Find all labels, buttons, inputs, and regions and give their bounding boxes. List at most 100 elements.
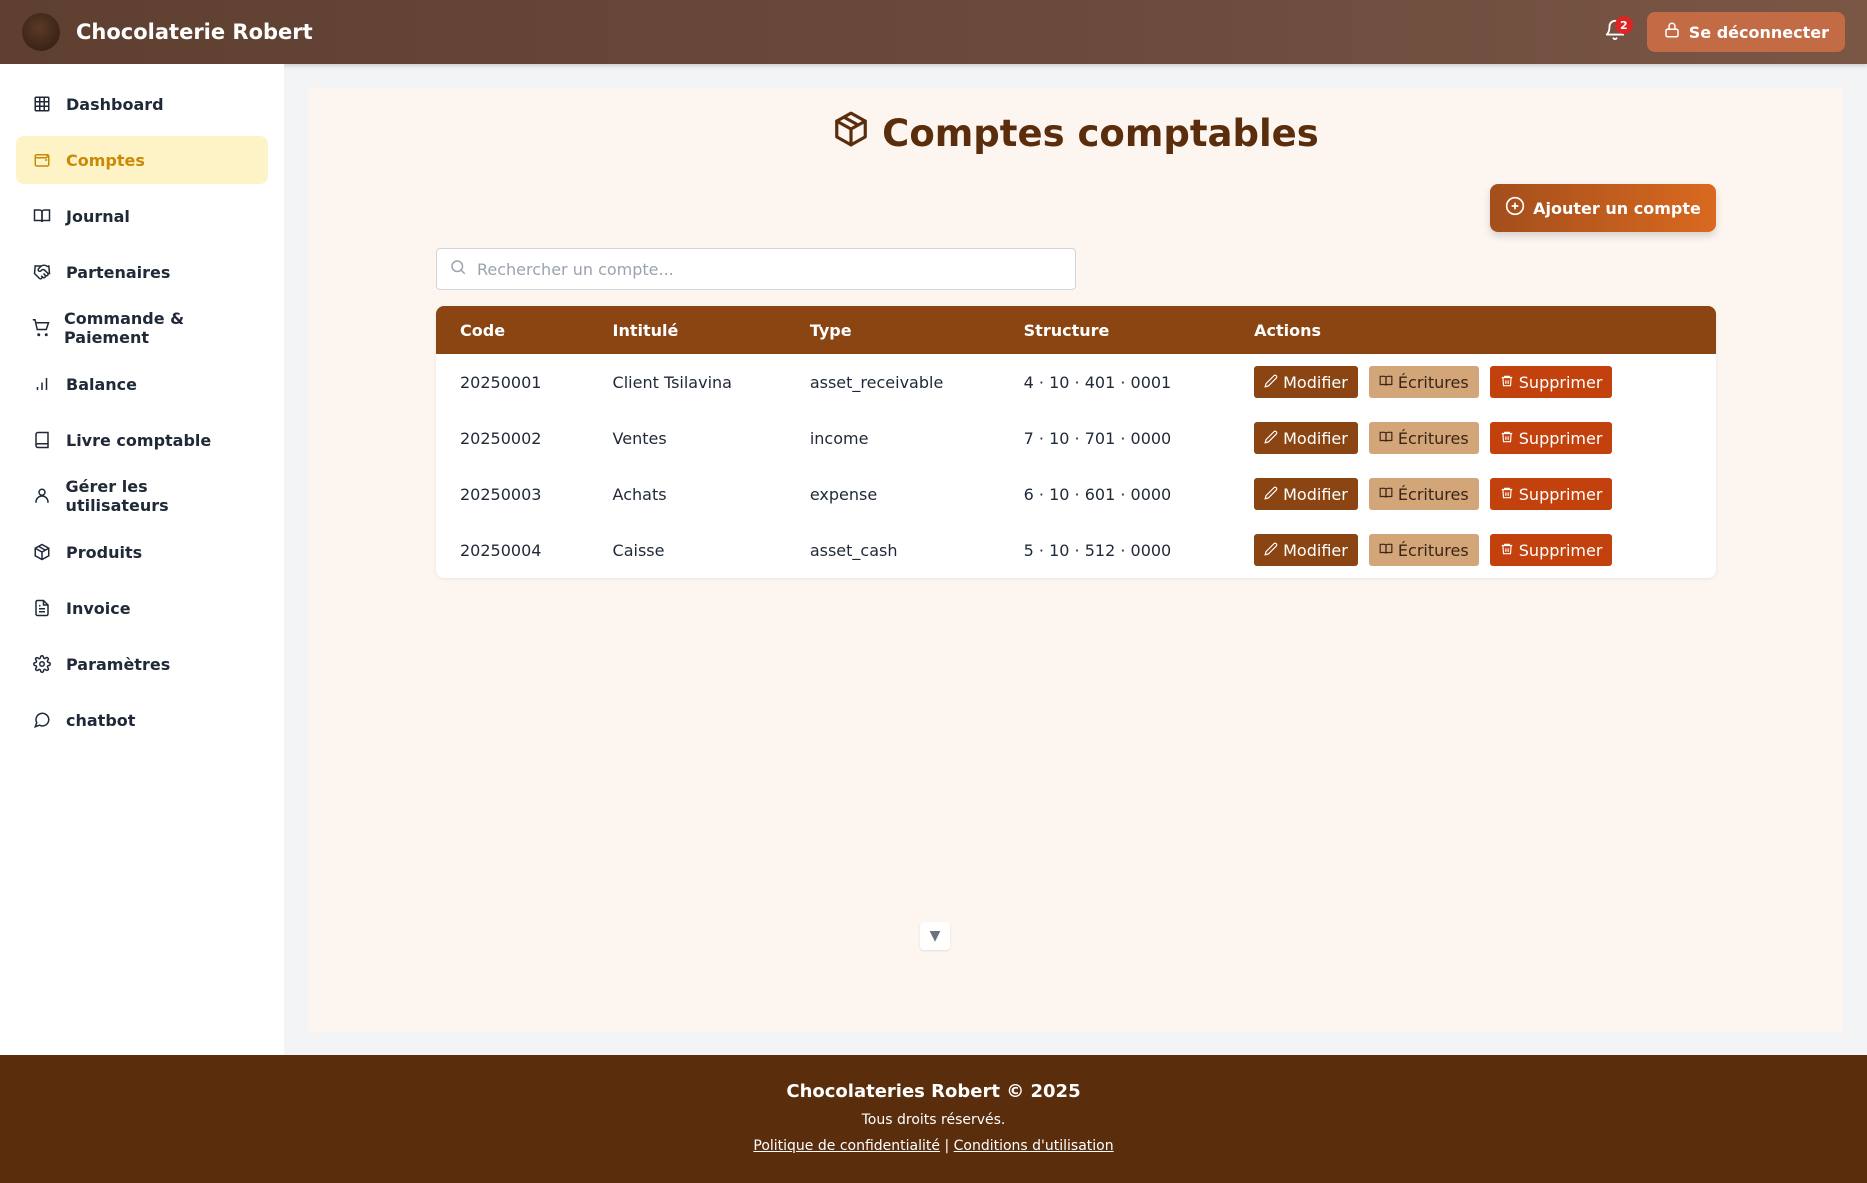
book-open-icon: [1379, 485, 1393, 504]
package-icon: [832, 110, 870, 157]
sidebar-item-partenaires[interactable]: Partenaires: [16, 248, 268, 296]
sidebar-item-label: Produits: [66, 542, 143, 562]
add-account-label: Ajouter un compte: [1533, 198, 1701, 218]
scroll-down-button[interactable]: ▼: [920, 922, 950, 950]
delete-label: Supprimer: [1518, 540, 1603, 560]
sidebar-item-label: Dashboard: [66, 94, 164, 114]
sidebar-item-chatbot[interactable]: chatbot: [16, 696, 268, 744]
bar-chart-icon: [32, 374, 52, 394]
search-box: [436, 248, 1076, 290]
entries-button[interactable]: Écritures: [1368, 422, 1479, 454]
privacy-link[interactable]: Politique de confidentialité: [753, 1138, 940, 1154]
logout-button[interactable]: Se déconnecter: [1646, 12, 1845, 52]
main-content: Comptes comptables Ajouter un compte Cod…: [308, 88, 1843, 1032]
terms-link[interactable]: Conditions d'utilisation: [954, 1138, 1114, 1154]
page-title-text: Comptes comptables: [882, 112, 1319, 155]
accounts-table: Code Intitulé Type Structure Actions 202…: [436, 306, 1716, 578]
cell-actions: Modifier Écritures Supprimer: [1230, 410, 1716, 466]
sidebar-item-dashboard[interactable]: Dashboard: [16, 80, 268, 128]
edit-button[interactable]: Modifier: [1254, 422, 1358, 454]
entries-label: Écritures: [1397, 372, 1469, 392]
sidebar-item-comptes[interactable]: Comptes: [16, 136, 268, 184]
package-icon: [32, 542, 52, 562]
delete-button[interactable]: Supprimer: [1489, 422, 1613, 454]
sidebar-item-label: Balance: [66, 374, 137, 394]
cell-label: Ventes: [612, 428, 667, 448]
cell-label: Achats: [612, 484, 667, 504]
file-text-icon: [32, 598, 52, 618]
sidebar-item-label: chatbot: [66, 710, 136, 730]
column-header-structure: Structure: [1023, 320, 1110, 340]
footer-separator: |: [944, 1138, 950, 1154]
sidebar-item-livre-comptable[interactable]: Livre comptable: [16, 416, 268, 464]
sidebar-item-label: Journal: [66, 206, 130, 226]
entries-label: Écritures: [1397, 484, 1469, 504]
sidebar: Dashboard Comptes Journal Partenaires Co…: [0, 64, 284, 1055]
footer-links: Politique de confidentialité | Condition…: [0, 1138, 1867, 1154]
entries-button[interactable]: Écritures: [1368, 534, 1479, 566]
sidebar-item-produits[interactable]: Produits: [16, 528, 268, 576]
handshake-icon: [32, 262, 52, 282]
cell-structure: 7 · 10 · 701 · 0000: [1023, 428, 1172, 448]
cell-type: income: [809, 428, 869, 448]
table-row: 20250004 Caisse asset_cash 5 · 10 · 512 …: [436, 522, 1716, 578]
sidebar-item-journal[interactable]: Journal: [16, 192, 268, 240]
delete-label: Supprimer: [1518, 428, 1603, 448]
book-icon: [32, 430, 52, 450]
cell-structure: 5 · 10 · 512 · 0000: [1023, 540, 1172, 560]
sidebar-item-commande-paiement[interactable]: Commande & Paiement: [16, 304, 268, 352]
sidebar-item-label: Invoice: [66, 598, 131, 618]
user-icon: [32, 486, 52, 506]
search-icon: [449, 258, 467, 280]
cell-structure: 4 · 10 · 401 · 0001: [1023, 372, 1172, 392]
cell-type: asset_receivable: [809, 372, 944, 392]
page-title: Comptes comptables: [308, 110, 1843, 157]
sidebar-item-utilisateurs[interactable]: Gérer les utilisateurs: [16, 472, 268, 520]
cell-actions: Modifier Écritures Supprimer: [1230, 466, 1716, 522]
edit-label: Modifier: [1283, 428, 1348, 448]
sidebar-item-balance[interactable]: Balance: [16, 360, 268, 408]
cell-code: 20250004: [460, 540, 542, 560]
trash-icon: [1500, 373, 1514, 392]
sidebar-item-label: Comptes: [66, 150, 145, 170]
sidebar-item-label: Gérer les utilisateurs: [65, 477, 169, 515]
sidebar-item-label: Partenaires: [66, 262, 171, 282]
table-row: 20250003 Achats expense 6 · 10 · 601 · 0…: [436, 466, 1716, 522]
entries-button[interactable]: Écritures: [1368, 478, 1479, 510]
delete-button[interactable]: Supprimer: [1489, 366, 1613, 398]
pencil-icon: [1264, 541, 1278, 560]
entries-button[interactable]: Écritures: [1368, 366, 1479, 398]
cell-label: Client Tsilavina: [612, 372, 732, 392]
search-input[interactable]: [477, 259, 1057, 279]
delete-label: Supprimer: [1518, 372, 1603, 392]
notification-badge: 2: [1614, 16, 1633, 34]
edit-label: Modifier: [1283, 372, 1348, 392]
column-header-type: Type: [809, 320, 852, 340]
book-open-icon: [1379, 373, 1393, 392]
pencil-icon: [1264, 429, 1278, 448]
edit-label: Modifier: [1283, 540, 1348, 560]
add-account-button[interactable]: Ajouter un compte: [1490, 184, 1716, 232]
delete-button[interactable]: Supprimer: [1489, 478, 1613, 510]
book-open-icon: [1379, 541, 1393, 560]
brand-name: Chocolaterie Robert: [76, 20, 313, 44]
lock-icon: [1663, 21, 1681, 43]
chat-bubble-icon: [32, 710, 52, 730]
sidebar-item-label: Commande & Paiement: [64, 309, 185, 347]
sidebar-item-label: Livre comptable: [66, 430, 212, 450]
cell-label: Caisse: [612, 540, 665, 560]
sidebar-item-parametres[interactable]: Paramètres: [16, 640, 268, 688]
delete-button[interactable]: Supprimer: [1489, 534, 1613, 566]
edit-button[interactable]: Modifier: [1254, 534, 1358, 566]
chevron-down-icon: ▼: [929, 928, 941, 944]
sidebar-item-invoice[interactable]: Invoice: [16, 584, 268, 632]
brand-logo[interactable]: [22, 13, 60, 51]
edit-button[interactable]: Modifier: [1254, 478, 1358, 510]
table-header-row: Code Intitulé Type Structure Actions: [436, 306, 1716, 354]
cell-code: 20250002: [460, 428, 542, 448]
cell-type: asset_cash: [809, 540, 898, 560]
column-header-code: Code: [460, 320, 506, 340]
edit-button[interactable]: Modifier: [1254, 366, 1358, 398]
notifications-button[interactable]: 2: [1595, 12, 1635, 52]
column-header-intitule: Intitulé: [612, 320, 679, 340]
